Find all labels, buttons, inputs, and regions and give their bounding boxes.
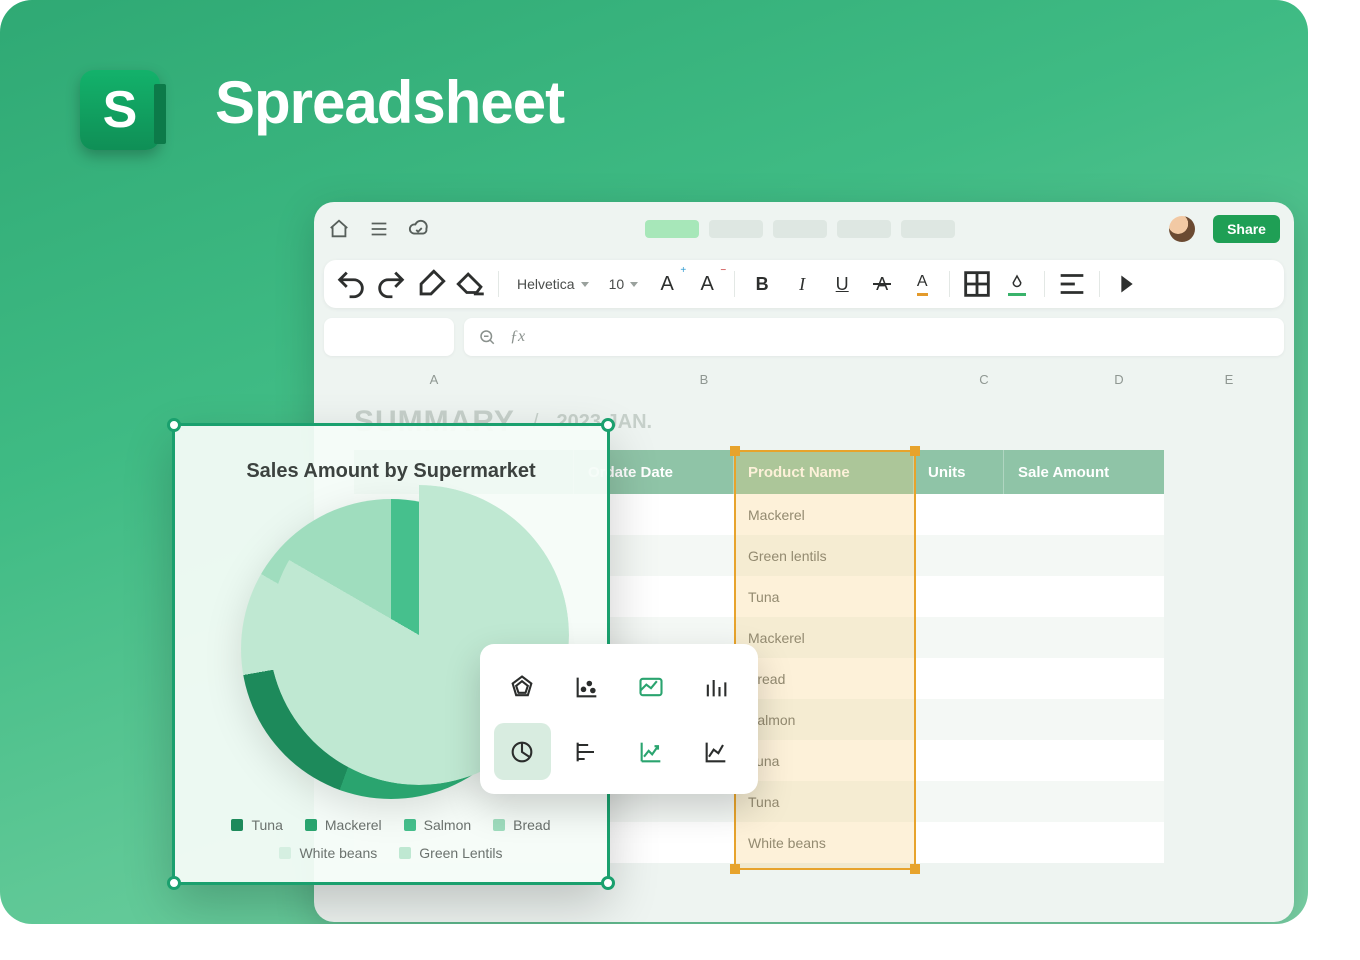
hero-title: Spreadsheet — [215, 68, 564, 137]
more-tools-icon[interactable] — [1110, 267, 1144, 301]
chart-type-column-icon[interactable] — [688, 658, 745, 715]
chart-type-radar-icon[interactable] — [494, 658, 551, 715]
legend-swatch — [404, 819, 416, 831]
chart-legend: Tuna Mackerel Salmon Bread White beans G… — [175, 817, 607, 861]
resize-handle[interactable] — [601, 418, 615, 432]
underline-icon[interactable]: U — [825, 267, 859, 301]
product-cell[interactable]: Mackerel — [734, 494, 914, 535]
legend-item: Tuna — [231, 817, 282, 833]
chevron-down-icon — [630, 282, 638, 287]
borders-icon[interactable] — [960, 267, 994, 301]
bold-icon[interactable]: B — [745, 267, 779, 301]
table-header-amount[interactable]: Sale Amount — [1004, 450, 1164, 494]
product-cell[interactable]: White beans — [734, 822, 914, 863]
window-tab[interactable] — [901, 220, 955, 238]
product-cell[interactable]: Mackerel — [734, 617, 914, 658]
table-header-product[interactable]: Product Name — [734, 450, 914, 494]
share-button[interactable]: Share — [1213, 215, 1280, 243]
product-cell[interactable]: Tuna — [734, 576, 914, 617]
formula-bar-row: ƒx — [314, 312, 1294, 360]
col-header-A[interactable]: A — [354, 364, 514, 394]
legend-item: Green Lentils — [399, 845, 502, 861]
promo-canvas: S Spreadsheet Share — [0, 0, 1308, 924]
app-logo: S — [80, 70, 160, 150]
column-headers: A B C D E — [314, 364, 1294, 394]
fill-color-icon[interactable] — [1000, 267, 1034, 301]
decrease-font-icon[interactable]: A− — [690, 267, 724, 301]
eraser-icon[interactable] — [454, 267, 488, 301]
chart-type-line-icon[interactable] — [688, 723, 745, 780]
chart-title: Sales Amount by Supermarket — [175, 460, 607, 483]
legend-swatch — [279, 847, 291, 859]
chevron-down-icon — [581, 282, 589, 287]
legend-item: White beans — [279, 845, 377, 861]
undo-icon[interactable] — [334, 267, 368, 301]
font-family-select[interactable]: Helvetica — [509, 276, 597, 292]
legend-swatch — [399, 847, 411, 859]
col-header-D[interactable]: D — [1074, 364, 1164, 394]
product-cell[interactable]: Salmon — [734, 699, 914, 740]
menu-icon[interactable] — [368, 218, 390, 240]
increase-font-icon[interactable]: A+ — [650, 267, 684, 301]
legend-swatch — [231, 819, 243, 831]
formatting-toolbar: Helvetica 10 A+ A− B I U A A — [324, 260, 1284, 308]
col-header-E[interactable]: E — [1164, 364, 1294, 394]
window-tab[interactable] — [709, 220, 763, 238]
italic-icon[interactable]: I — [785, 267, 819, 301]
font-family-value: Helvetica — [517, 276, 575, 292]
window-titlebar: Share — [314, 202, 1294, 256]
legend-swatch — [493, 819, 505, 831]
chart-type-pie-icon[interactable] — [494, 723, 551, 780]
chart-type-bar-icon[interactable] — [559, 723, 616, 780]
fx-label: ƒx — [510, 328, 525, 346]
window-tab[interactable] — [837, 220, 891, 238]
window-tabs — [645, 220, 955, 238]
product-cell[interactable]: Tuna — [734, 740, 914, 781]
home-icon[interactable] — [328, 218, 350, 240]
resize-handle[interactable] — [167, 876, 181, 890]
col-header-B[interactable]: B — [514, 364, 894, 394]
format-painter-icon[interactable] — [414, 267, 448, 301]
strikethrough-icon[interactable]: A — [865, 267, 899, 301]
col-header-C[interactable]: C — [894, 364, 1074, 394]
cancel-formula-icon[interactable] — [478, 328, 496, 346]
font-color-icon[interactable]: A — [905, 267, 939, 301]
product-cell[interactable]: Tuna — [734, 781, 914, 822]
app-logo-letter: S — [103, 80, 138, 140]
legend-item: Salmon — [404, 817, 471, 833]
product-cell[interactable]: Green lentils — [734, 535, 914, 576]
align-icon[interactable] — [1055, 267, 1089, 301]
table-header-units[interactable]: Units — [914, 450, 1004, 494]
formula-bar[interactable]: ƒx — [464, 318, 1284, 356]
resize-handle[interactable] — [167, 418, 181, 432]
user-avatar[interactable] — [1169, 216, 1195, 242]
chart-type-scatter-icon[interactable] — [559, 658, 616, 715]
cloud-sync-icon[interactable] — [408, 218, 430, 240]
product-cell[interactable]: Bread — [734, 658, 914, 699]
chart-type-trend-icon[interactable] — [623, 723, 680, 780]
window-tab[interactable] — [773, 220, 827, 238]
legend-item: Bread — [493, 817, 550, 833]
legend-item: Mackerel — [305, 817, 382, 833]
cell-reference-input[interactable] — [324, 318, 454, 356]
font-size-select[interactable]: 10 — [603, 276, 645, 292]
font-size-value: 10 — [609, 276, 625, 292]
redo-icon[interactable] — [374, 267, 408, 301]
chart-type-popover — [480, 644, 758, 794]
window-tab[interactable] — [645, 220, 699, 238]
legend-swatch — [305, 819, 317, 831]
chart-type-area-icon[interactable] — [623, 658, 680, 715]
resize-handle[interactable] — [601, 876, 615, 890]
